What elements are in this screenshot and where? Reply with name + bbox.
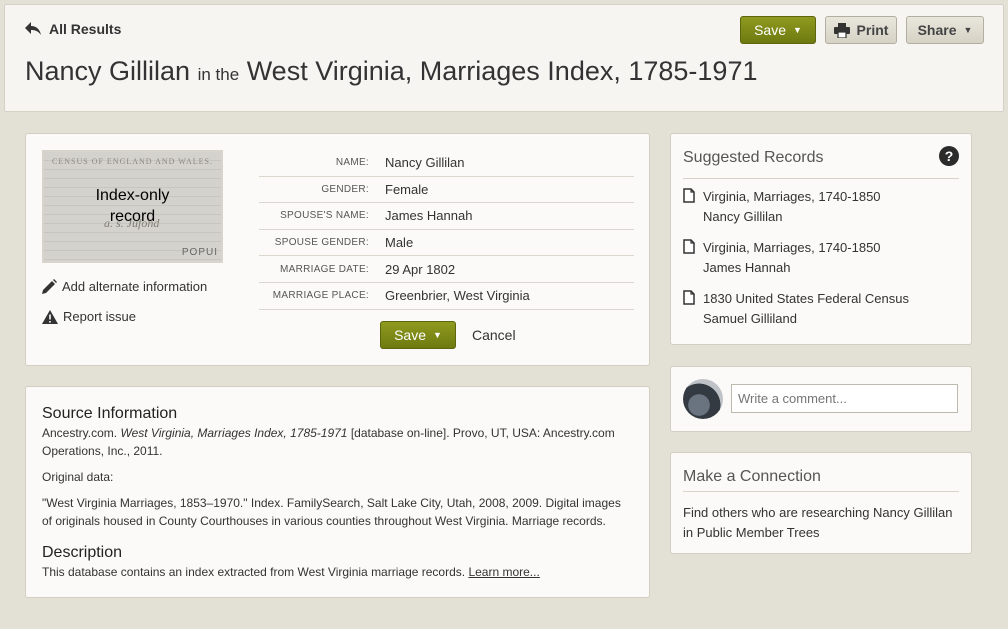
suggested-record-person: Nancy Gillilan — [703, 209, 783, 224]
field-row-name: NAME: Nancy Gillilan — [259, 150, 634, 177]
make-connection-panel: Make a Connection Find others who are re… — [670, 452, 972, 554]
original-data-label: Original data: — [42, 470, 114, 484]
field-label: MARRIAGE PLACE: — [272, 290, 369, 302]
all-results-link[interactable]: All Results — [25, 21, 121, 37]
comment-panel — [670, 366, 972, 432]
suggested-record-item[interactable]: Virginia, Marriages, 1740-1850 Nancy Gil… — [683, 187, 881, 227]
save-button[interactable]: Save ▼ — [740, 16, 816, 44]
description-heading: Description — [42, 544, 123, 561]
find-others-link[interactable]: Find others who are researching Nancy Gi… — [683, 503, 963, 543]
field-label: GENDER: — [321, 183, 369, 195]
source-citation: Ancestry.com. West Virginia, Marriages I… — [42, 426, 615, 458]
chevron-down-icon: ▼ — [963, 25, 973, 35]
field-label: MARRIAGE DATE: — [279, 263, 369, 275]
make-connection-title: Make a Connection — [683, 468, 821, 485]
source-heading: Source Information — [42, 405, 178, 422]
print-button-label: Print — [856, 22, 889, 38]
suggested-record-title[interactable]: Virginia, Marriages, 1740-1850 — [703, 187, 881, 207]
avatar — [683, 379, 723, 419]
print-button[interactable]: Print — [825, 16, 897, 44]
divider — [683, 178, 959, 179]
document-icon — [683, 188, 695, 203]
field-value: Male — [385, 235, 414, 251]
share-button-label: Share — [917, 22, 957, 38]
chevron-down-icon: ▼ — [433, 330, 442, 340]
field-row-marriage-date: MARRIAGE DATE: 29 Apr 1802 — [259, 256, 634, 283]
source-information-panel: Source Information Ancestry.com. West Vi… — [25, 386, 650, 598]
add-alternate-info-label: Add alternate information — [62, 279, 208, 294]
chevron-down-icon: ▼ — [793, 25, 802, 35]
all-results-label: All Results — [49, 21, 122, 37]
divider — [683, 491, 959, 492]
field-value: Nancy Gillilan — [385, 155, 465, 171]
share-button[interactable]: Share ▼ — [906, 16, 984, 44]
field-row-gender: GENDER: Female — [259, 177, 634, 204]
record-detail-panel: CENSUS OF ENGLAND AND WALES. a. s. Jufon… — [25, 133, 650, 366]
thumbnail-label: Index-only record — [95, 187, 170, 225]
record-fields: NAME: Nancy Gillilan GENDER: Female SPOU… — [259, 150, 634, 310]
comment-input[interactable] — [731, 384, 958, 413]
pencil-icon — [42, 279, 57, 294]
page-title: Nancy Gillilan in the West Virginia, Mar… — [25, 56, 757, 87]
field-row-marriage-place: MARRIAGE PLACE: Greenbrier, West Virgini… — [259, 283, 634, 310]
record-header: All Results Nancy Gillilan in the West V… — [4, 4, 1004, 112]
thumbnail-background-text: CENSUS OF ENGLAND AND WALES. — [52, 157, 213, 166]
document-icon — [683, 290, 695, 305]
save-button-label: Save — [754, 22, 786, 38]
record-save-button[interactable]: Save ▼ — [380, 321, 456, 349]
report-issue-label: Report issue — [63, 309, 136, 324]
suggested-records-panel: Suggested Records ? Virginia, Marriages,… — [670, 133, 972, 345]
suggested-record-title[interactable]: 1830 United States Federal Census — [703, 289, 909, 309]
title-person-name: Nancy Gillilan — [25, 56, 191, 86]
thumbnail-background-text: POPUI — [181, 247, 218, 258]
field-value: James Hannah — [385, 208, 473, 224]
title-connector: in the — [197, 65, 240, 84]
help-icon[interactable]: ? — [939, 146, 959, 166]
report-issue-link[interactable]: Report issue — [42, 309, 136, 324]
field-row-spouse-gender: SPOUSE GENDER: Male — [259, 230, 634, 257]
field-label: SPOUSE'S NAME: — [280, 210, 369, 222]
original-data-text: "West Virginia Marriages, 1853–1970." In… — [42, 496, 621, 528]
suggested-records-title: Suggested Records — [683, 149, 824, 166]
field-label: SPOUSE GENDER: — [274, 237, 369, 249]
description-text: This database contains an index extracte… — [42, 565, 540, 579]
suggested-record-title[interactable]: Virginia, Marriages, 1740-1850 — [703, 238, 881, 258]
title-collection: West Virginia, Marriages Index, 1785-197… — [246, 56, 758, 86]
suggested-record-item[interactable]: 1830 United States Federal Census Samuel… — [683, 289, 909, 329]
cancel-link[interactable]: Cancel — [472, 327, 516, 343]
suggested-record-person: James Hannah — [703, 260, 791, 275]
warning-icon — [42, 309, 58, 324]
add-alternate-info-link[interactable]: Add alternate information — [42, 279, 207, 294]
field-value: Female — [385, 181, 429, 197]
printer-icon — [833, 22, 850, 38]
record-save-label: Save — [394, 327, 426, 343]
back-arrow-icon — [25, 22, 41, 35]
suggested-record-item[interactable]: Virginia, Marriages, 1740-1850 James Han… — [683, 238, 881, 278]
record-thumbnail[interactable]: CENSUS OF ENGLAND AND WALES. a. s. Jufon… — [42, 150, 223, 263]
field-label: NAME: — [335, 157, 369, 169]
document-icon — [683, 239, 695, 254]
field-value: 29 Apr 1802 — [385, 261, 456, 277]
field-row-spouse-name: SPOUSE'S NAME: James Hannah — [259, 203, 634, 230]
citation-title: West Virginia, Marriages Index, 1785-197… — [120, 426, 348, 440]
suggested-record-person: Samuel Gilliland — [703, 311, 797, 326]
learn-more-link[interactable]: Learn more... — [468, 565, 539, 579]
field-value: Greenbrier, West Virginia — [385, 288, 530, 304]
